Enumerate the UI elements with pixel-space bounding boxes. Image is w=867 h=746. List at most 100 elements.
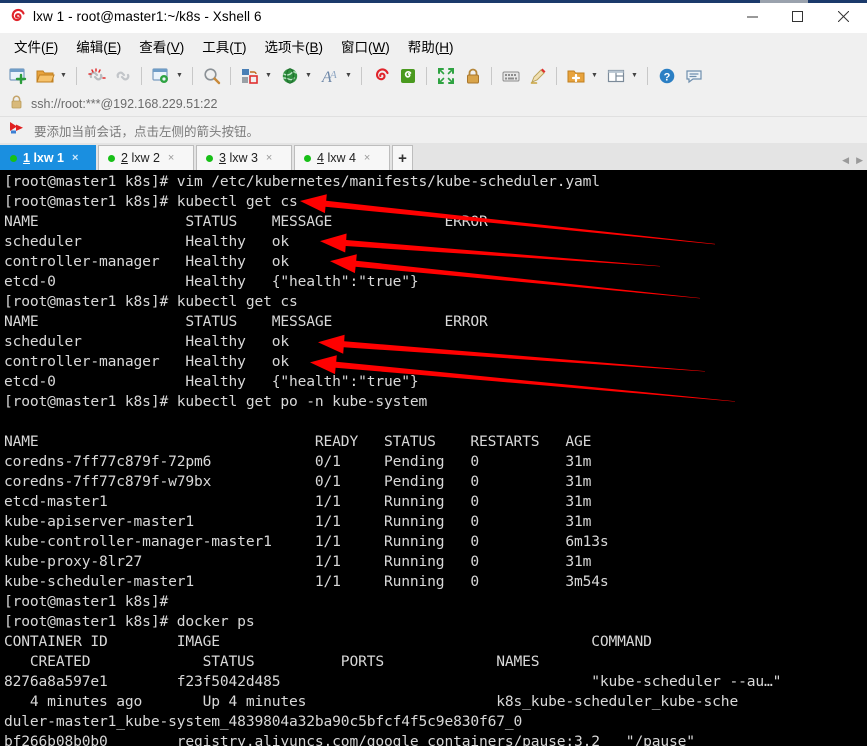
tab-lxw-3[interactable]: 3 lxw 3 × (196, 145, 292, 170)
minimize-button[interactable] (730, 0, 775, 33)
globe-caret-icon[interactable]: ▼ (303, 63, 314, 88)
feedback-icon[interactable] (681, 63, 706, 88)
new-session-icon[interactable] (5, 63, 30, 88)
tab-scroll-right-icon[interactable]: ▶ (856, 155, 863, 166)
tab-lxw-3-close-icon[interactable]: × (266, 152, 272, 164)
xshell-icon[interactable] (368, 63, 393, 88)
tab-lxw-4-close-icon[interactable]: × (364, 152, 370, 164)
open-folder-caret-icon[interactable]: ▼ (58, 63, 69, 88)
menu-tabs-label: 选项卡 (264, 39, 306, 55)
maximize-button[interactable] (775, 0, 820, 33)
open-folder-icon[interactable] (32, 63, 57, 88)
svg-text:?: ? (663, 71, 670, 83)
tab-lxw-2-label: 2 lxw 2 (121, 151, 160, 165)
ssh-url-text: ssh://root:***@192.168.229.51:22 (31, 97, 218, 111)
toolbar-separator (426, 66, 427, 85)
lock-icon[interactable] (460, 63, 485, 88)
find-icon[interactable] (199, 63, 224, 88)
close-button[interactable] (820, 0, 867, 33)
terminal-line: [root@master1 k8s]# docker ps (4, 613, 255, 630)
fullscreen-icon[interactable] (433, 63, 458, 88)
session-properties-caret-icon[interactable]: ▼ (174, 63, 185, 88)
terminal-line: etcd-0 Healthy {"health":"true"} (4, 373, 419, 390)
menu-edit[interactable]: 编辑(E) (67, 34, 130, 59)
terminal-line: NAME STATUS MESSAGE ERROR (4, 213, 488, 230)
terminal-line: etcd-0 Healthy {"health":"true"} (4, 273, 419, 290)
terminal-line: scheduler Healthy ok (4, 333, 289, 350)
tab-lxw-2-close-icon[interactable]: × (168, 152, 174, 164)
tab-scroll-left-icon[interactable]: ◀ (842, 155, 849, 166)
terminal-line: kube-controller-manager-master1 1/1 Runn… (4, 533, 609, 550)
red-arrow-flag-icon[interactable] (9, 121, 26, 140)
terminal-line: [root@master1 k8s]# kubectl get po -n ku… (4, 393, 428, 410)
menu-edit-accel: E (107, 39, 117, 55)
tab-lxw-1[interactable]: 1 lxw 1 × (0, 145, 96, 170)
menu-help-label: 帮助 (407, 39, 435, 55)
highlight-icon[interactable] (525, 63, 550, 88)
terminal-line: duler-master1_kube-system_4839804a32ba90… (4, 713, 523, 730)
title-bar: lxw 1 - root@master1:~/k8s - Xshell 6 (0, 0, 867, 33)
split-layout-icon[interactable] (603, 63, 628, 88)
terminal-line: kube-apiserver-master1 1/1 Running 0 31m (4, 513, 592, 530)
terminal-line: NAME STATUS MESSAGE ERROR (4, 313, 488, 330)
tab-lxw-4-index: 4 (317, 151, 324, 165)
menu-view[interactable]: 查看(V) (130, 34, 193, 59)
keyboard-icon[interactable] (498, 63, 523, 88)
globe-icon[interactable] (277, 63, 302, 88)
tab-status-dot-icon (206, 154, 213, 162)
terminal-line: etcd-master1 1/1 Running 0 31m (4, 493, 592, 510)
menu-bar: 文件(F) 编辑(E) 查看(V) 工具(T) 选项卡(B) 窗口(W) 帮助(… (0, 33, 867, 59)
menu-window-label: 窗口 (341, 39, 369, 55)
font-icon[interactable]: A A (317, 63, 342, 88)
terminal-line: NAME READY STATUS RESTARTS AGE (4, 433, 592, 450)
window-title: lxw 1 - root@master1:~/k8s - Xshell 6 (33, 8, 262, 24)
tab-lxw-2[interactable]: 2 lxw 2 × (98, 145, 194, 170)
tab-lxw-4[interactable]: 4 lxw 4 × (294, 145, 390, 170)
terminal-area[interactable]: [root@master1 k8s]# vim /etc/kubernetes/… (0, 170, 867, 746)
menu-help[interactable]: 帮助(H) (399, 34, 463, 59)
ssh-address-bar: ssh://root:***@192.168.229.51:22 (0, 92, 867, 117)
toolbar-separator (76, 66, 77, 85)
tab-lxw-2-name: lxw 2 (131, 151, 160, 165)
terminal-line: controller-manager Healthy ok (4, 253, 289, 270)
paste-icon[interactable] (237, 63, 262, 88)
tab-status-dot-icon (304, 154, 311, 162)
reconnect-icon[interactable] (110, 63, 135, 88)
tab-lxw-4-name: lxw 4 (327, 151, 356, 165)
paste-caret-icon[interactable]: ▼ (263, 63, 274, 88)
font-caret-icon[interactable]: ▼ (343, 63, 354, 88)
menu-tools[interactable]: 工具(T) (193, 34, 255, 59)
tab-lxw-1-close-icon[interactable]: × (72, 152, 78, 164)
help-icon[interactable]: ? (654, 63, 679, 88)
add-folder-icon[interactable] (563, 63, 588, 88)
terminal-line: [root@master1 k8s]# kubectl get cs (4, 193, 298, 210)
menu-window[interactable]: 窗口(W) (332, 34, 399, 59)
terminal-line: 8276a8a597e1 f23f5042d485 "kube-schedule… (4, 673, 782, 690)
menu-file-accel: F (45, 39, 54, 55)
new-tab-button[interactable]: + (392, 145, 413, 170)
terminal-line: bf266b08b0b0 registry.aliyuncs.com/googl… (4, 733, 695, 746)
menu-tabs-accel: B (309, 39, 319, 55)
session-properties-icon[interactable] (148, 63, 173, 88)
terminal-line: CREATED STATUS PORTS NAMES (4, 653, 540, 670)
add-folder-caret-icon[interactable]: ▼ (589, 63, 600, 88)
menu-tools-accel: T (233, 39, 243, 55)
tab-lxw-3-label: 3 lxw 3 (219, 151, 258, 165)
toolbar-separator (491, 66, 492, 85)
menu-view-label: 查看 (139, 39, 167, 55)
disconnect-icon[interactable] (83, 63, 108, 88)
menu-tabs[interactable]: 选项卡(B) (256, 34, 333, 59)
toolbar-separator (361, 66, 362, 85)
split-layout-caret-icon[interactable]: ▼ (629, 63, 640, 88)
terminal-line: kube-proxy-8lr27 1/1 Running 0 31m (4, 553, 592, 570)
toolbar-separator (647, 66, 648, 85)
xftp-icon[interactable] (395, 63, 420, 88)
tab-scroll-controls: ◀ ▶ (842, 155, 863, 166)
terminal-line: coredns-7ff77c879f-72pm6 0/1 Pending 0 3… (4, 453, 592, 470)
toolbar-separator (141, 66, 142, 85)
notice-bar: 要添加当前会话，点击左侧的箭头按钮。 (0, 117, 867, 143)
menu-file-label: 文件 (14, 39, 41, 55)
terminal-line: 4 minutes ago Up 4 minutes k8s_kube-sche… (4, 693, 739, 710)
menu-file[interactable]: 文件(F) (5, 34, 67, 59)
terminal-line: controller-manager Healthy ok (4, 353, 289, 370)
